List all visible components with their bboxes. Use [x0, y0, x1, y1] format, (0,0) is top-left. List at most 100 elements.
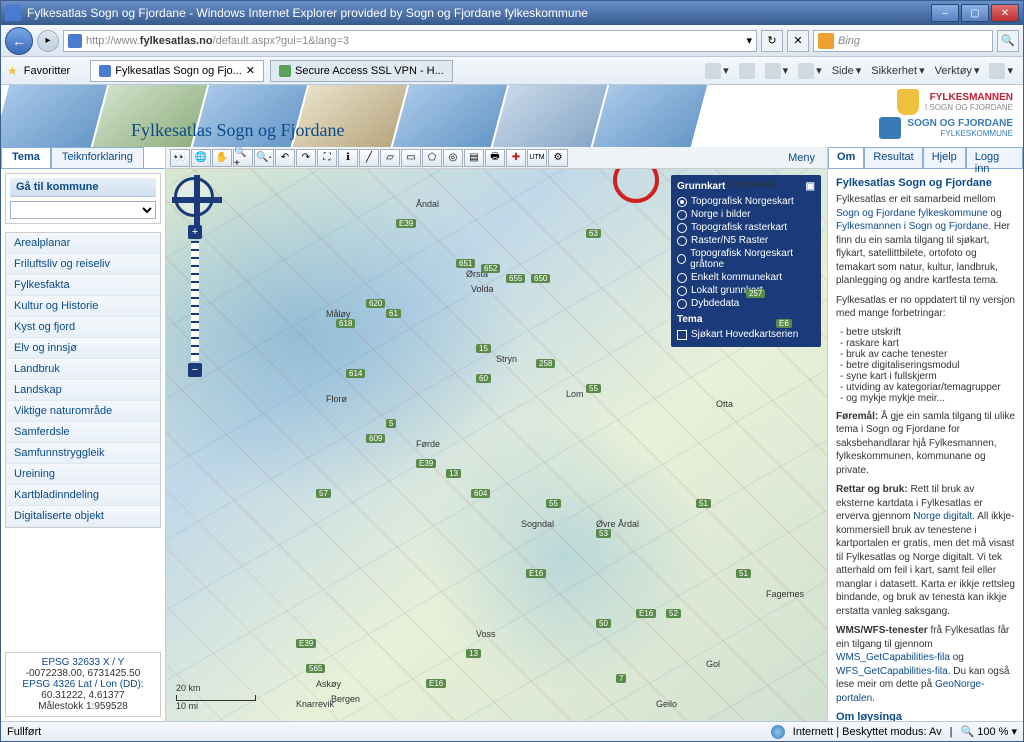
address-bar[interactable]: http://www.fylkesatlas.no/default.aspx?g… [63, 30, 757, 52]
panel-collapse-icon[interactable]: ▣ [806, 181, 815, 192]
help-button[interactable]: ▾ [985, 61, 1017, 81]
zoom-in-button[interactable]: + [188, 225, 202, 239]
add-icon[interactable]: ✚ [506, 149, 526, 167]
zoom-indicator[interactable]: 🔍 100 % ▾ [960, 725, 1017, 738]
stop-button[interactable]: ✕ [787, 30, 809, 52]
wfs-link[interactable]: WFS_GetCapabilities-fila [836, 666, 948, 677]
measure-area-icon[interactable]: ▱ [380, 149, 400, 167]
basemap-radio[interactable] [677, 286, 687, 296]
tools-menu[interactable]: Verktøy ▾ [931, 61, 984, 81]
zoom-prev-icon[interactable]: ↶ [275, 149, 295, 167]
theme-item[interactable]: Landbruk [6, 359, 160, 380]
theme-item[interactable]: Ureining [6, 464, 160, 485]
basemap-radio[interactable] [677, 254, 686, 264]
road-label: 63 [586, 229, 601, 238]
theme-item[interactable]: Kartbladinndeling [6, 485, 160, 506]
binoculars-icon[interactable]: 👀 [170, 149, 190, 167]
basemap-radio[interactable] [677, 197, 687, 207]
place-label: Sunndalsøra [726, 179, 777, 189]
theme-item[interactable]: Fylkesfakta [6, 275, 160, 296]
basemap-radio[interactable] [677, 210, 687, 220]
mail-button[interactable]: ▾ [761, 61, 793, 81]
theme-item[interactable]: Friluftsliv og reiseliv [6, 254, 160, 275]
select-rect-icon[interactable]: ▭ [401, 149, 421, 167]
print-button[interactable]: ▾ [794, 61, 826, 81]
right-tab-hjelp[interactable]: Hjelp [923, 147, 966, 168]
zoom-out-button[interactable]: − [188, 363, 202, 377]
kommune-select[interactable] [10, 201, 156, 219]
fylkeskommune-logo [879, 117, 901, 139]
road-label: 5 [386, 419, 396, 428]
place-label: Florø [326, 394, 347, 404]
pan-icon[interactable]: ✋ [212, 149, 232, 167]
page-menu[interactable]: Side ▾ [828, 61, 866, 81]
zoom-in-icon[interactable]: 🔍+ [233, 149, 253, 167]
measure-line-icon[interactable]: ╱ [359, 149, 379, 167]
info-icon[interactable]: ℹ [338, 149, 358, 167]
forward-button[interactable]: ▸ [37, 30, 59, 52]
road-label: 604 [471, 489, 490, 498]
print-icon[interactable]: 🖶 [485, 149, 505, 167]
theme-item[interactable]: Kultur og Historie [6, 296, 160, 317]
utm-icon[interactable]: UTM [527, 149, 547, 167]
maximize-button[interactable]: ▢ [961, 4, 989, 22]
right-tab-resultat[interactable]: Resultat [864, 147, 922, 168]
basemap-radio[interactable] [677, 223, 687, 233]
layers-icon[interactable]: ▤ [464, 149, 484, 167]
compass-control[interactable] [174, 177, 214, 217]
sfj-link[interactable]: Sogn og Fjordane fylkeskommune [836, 208, 988, 219]
home-button[interactable]: ▾ [701, 61, 733, 81]
dropdown-icon[interactable]: ▾ [746, 34, 752, 47]
map-canvas[interactable]: + − 20 km 10 mi Grunnkart▣ Topografisk N… [166, 169, 827, 721]
zoom-slider[interactable]: + − [188, 225, 202, 377]
globe-icon[interactable]: 🌐 [191, 149, 211, 167]
zoom-next-icon[interactable]: ↷ [296, 149, 316, 167]
theme-item[interactable]: Arealplanar [6, 233, 160, 254]
theme-item[interactable]: Samferdsle [6, 422, 160, 443]
refresh-button[interactable]: ↻ [761, 30, 783, 52]
safety-menu[interactable]: Sikkerhet ▾ [867, 61, 928, 81]
road-label: 618 [336, 319, 355, 328]
theme-item[interactable]: Digitaliserte objekt [6, 506, 160, 527]
place-label: Lom [566, 389, 584, 399]
tab-teiknforklaring[interactable]: Teiknforklaring [51, 147, 144, 168]
search-button[interactable]: 🔍 [997, 30, 1019, 52]
basemap-radio[interactable] [677, 236, 687, 246]
tab-ssl-vpn[interactable]: Secure Access SSL VPN - H... [270, 60, 453, 82]
search-box[interactable]: Bing [813, 30, 993, 52]
right-tab-logg inn[interactable]: Logg inn [966, 147, 1023, 168]
basemap-radio[interactable] [677, 273, 687, 283]
coordinates-box: EPSG 32633 X / Y -0072238.00, 6731425.50… [5, 652, 161, 717]
select-poly-icon[interactable]: ⬠ [422, 149, 442, 167]
star-icon[interactable]: ★ [7, 64, 18, 78]
theme-item[interactable]: Kyst og fjord [6, 317, 160, 338]
ga-til-kommune-label: Gå til kommune [10, 178, 156, 197]
back-button[interactable]: ← [5, 27, 33, 55]
close-button[interactable]: ✕ [991, 4, 1019, 22]
settings-icon[interactable]: ⚙ [548, 149, 568, 167]
zoom-track[interactable] [191, 241, 199, 361]
right-tab-om[interactable]: Om [828, 147, 864, 168]
sjokart-checkbox[interactable] [677, 330, 687, 340]
buffer-icon[interactable]: ◎ [443, 149, 463, 167]
tab-close-icon[interactable]: ✕ [246, 64, 255, 77]
basemap-radio[interactable] [677, 299, 687, 309]
fullextent-icon[interactable]: ⛶ [317, 149, 337, 167]
tab-fylkesatlas[interactable]: Fylkesatlas Sogn og Fjo... ✕ [90, 60, 264, 82]
feeds-button[interactable] [735, 61, 759, 81]
place-label: Bergen [331, 694, 360, 704]
theme-item[interactable]: Elv og innsjø [6, 338, 160, 359]
fm-link[interactable]: Fylkesmannen i Sogn og Fjordane [836, 221, 988, 232]
theme-item[interactable]: Viktige naturområde [6, 401, 160, 422]
theme-item[interactable]: Landskap [6, 380, 160, 401]
meny-link[interactable]: Meny [788, 152, 823, 164]
norge-digitalt-link[interactable]: Norge digitalt [913, 511, 972, 522]
place-label: Sogndal [521, 519, 554, 529]
favorites-label[interactable]: Favoritter [24, 65, 70, 77]
zone-text: Internett | Beskyttet modus: Av [793, 726, 942, 738]
wms-link[interactable]: WMS_GetCapabilities-fila [836, 652, 950, 663]
tab-tema[interactable]: Tema [1, 147, 51, 168]
zoom-out-icon[interactable]: 🔍- [254, 149, 274, 167]
minimize-button[interactable]: – [931, 4, 959, 22]
theme-item[interactable]: Samfunnstryggleik [6, 443, 160, 464]
